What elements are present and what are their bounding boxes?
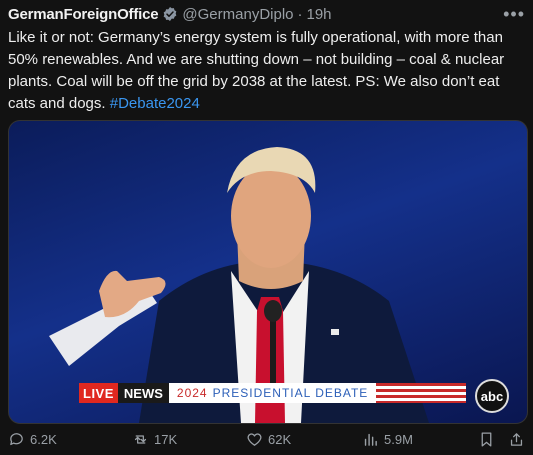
lapel-pin [331, 329, 339, 335]
like-button[interactable]: 62K [246, 431, 291, 448]
handle[interactable]: @GermanyDiplo [182, 6, 293, 23]
network-logo: abc [475, 379, 509, 413]
share-button[interactable] [508, 431, 530, 448]
repost-count: 17K [154, 431, 178, 447]
debate-lower-third: LIVE NEWS 2024 PRESIDENTIAL DEBATE [79, 383, 467, 403]
share-icon [510, 432, 523, 446]
views-button[interactable]: 5.9M [362, 431, 413, 448]
like-count: 62K [268, 431, 292, 447]
tweet-header: GermanForeignOffice @GermanyDiplo · 19h … [8, 3, 525, 25]
heart-icon [247, 432, 262, 446]
more-options-icon[interactable]: ••• [503, 5, 525, 23]
reply-icon [10, 432, 23, 445]
tweet-media[interactable]: LIVE NEWS 2024 PRESIDENTIAL DEBATE abc [8, 120, 528, 424]
reply-count: 6.2K [30, 431, 57, 447]
microphone-icon [264, 300, 282, 322]
face-shape [231, 164, 311, 268]
media-scene [49, 147, 429, 423]
verified-badge-icon [164, 7, 177, 21]
bookmark-button[interactable] [478, 431, 500, 448]
display-name[interactable]: GermanForeignOffice [8, 6, 159, 23]
repost-icon [134, 434, 147, 444]
bookmark-icon [481, 431, 492, 447]
separator-dot: · [297, 5, 303, 23]
debate-banner: 2024 PRESIDENTIAL DEBATE [168, 383, 377, 403]
views-icon [364, 433, 377, 446]
microphone-stand [270, 313, 276, 383]
debate-year: 2024 [176, 386, 208, 400]
reply-button[interactable]: 6.2K [8, 431, 57, 448]
repost-button[interactable]: 17K [132, 431, 177, 448]
tweet-text: Like it or not: Germany’s energy system … [8, 27, 528, 115]
news-badge: NEWS [117, 383, 169, 403]
tweet-text-body: Like it or not: Germany’s energy system … [8, 29, 505, 112]
flag-stripes [376, 383, 467, 403]
view-count: 5.9M [384, 431, 413, 447]
action-bar: 6.2K 17K 62K 5.9M [8, 428, 525, 450]
live-badge: LIVE [79, 383, 118, 403]
debate-title: PRESIDENTIAL DEBATE [212, 386, 369, 400]
timestamp[interactable]: 19h [307, 6, 332, 23]
hashtag-link[interactable]: #Debate2024 [110, 95, 200, 112]
